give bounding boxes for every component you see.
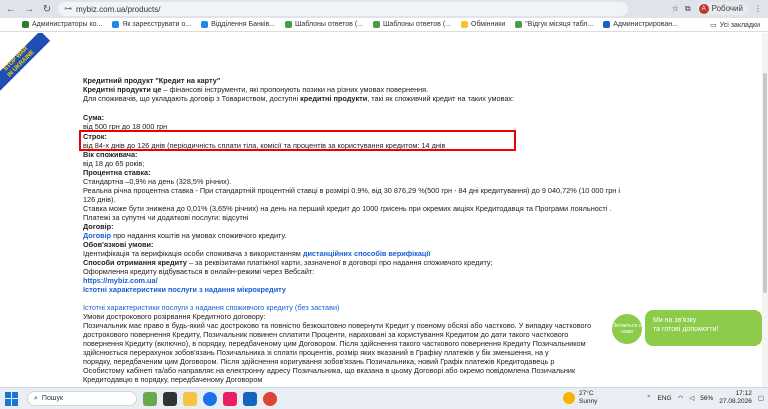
profile-button[interactable]: А Робочий bbox=[696, 2, 748, 15]
paragraph-line: Позичальник має право в будь-який час до… bbox=[83, 321, 592, 330]
page-title: Кредитний продукт "Кредит на карту" bbox=[83, 76, 221, 85]
rate-line: Платежі за супутні чи додаткові послуги:… bbox=[83, 213, 249, 222]
age-label: Вік споживача: bbox=[83, 150, 138, 159]
contract-label: Договір: bbox=[83, 222, 114, 231]
sun-icon bbox=[563, 392, 575, 404]
condition-line: Способи отримання кредиту – за реквізита… bbox=[83, 258, 493, 267]
chat-line: та готові допомогти! bbox=[653, 326, 719, 333]
bookmark-item[interactable]: "Відгук місяця табл... bbox=[515, 21, 593, 28]
mail-icon[interactable] bbox=[243, 391, 257, 406]
weather-widget[interactable]: 27°C Sunny bbox=[563, 390, 597, 406]
language-indicator[interactable]: ENG bbox=[658, 395, 672, 402]
site-info-icon[interactable]: ⊶ bbox=[64, 4, 72, 13]
bookmark-icon bbox=[22, 21, 29, 28]
microcredit-link[interactable]: Істотні характеристики послуги з надання… bbox=[83, 285, 286, 294]
paragraph-line: здійснюється перерахунок зобов'язань Поз… bbox=[83, 348, 549, 357]
term-value: від 84-х днів до 126 днів (періодичність… bbox=[83, 141, 446, 150]
bookmark-star-icon[interactable]: ☆ bbox=[672, 4, 679, 13]
search-icon: ⌕ bbox=[34, 394, 38, 402]
bookmark-item[interactable]: Администрирован... bbox=[603, 21, 678, 28]
rate-line: Реальна річна процентна ставка - При ста… bbox=[83, 186, 620, 195]
system-tray: ⌃ ENG ◠ ◁ 56% 17:12 27.08.2026 ▢ bbox=[646, 390, 764, 406]
bookmark-item[interactable]: Шаблоны ответов (... bbox=[285, 21, 363, 28]
taskbar: ⌕ Пошук 27°C Sunny ⌃ ENG ◠ ◁ 56% 17:12 27.… bbox=[0, 387, 768, 409]
taskbar-search[interactable]: ⌕ Пошук bbox=[27, 391, 137, 406]
menu-icon[interactable]: ⋮ bbox=[754, 4, 762, 13]
bookmarks-bar: Администраторы ко... Як зареєструвати о.… bbox=[0, 18, 768, 32]
paragraph-line: Кредитодавцю в порядку, передбаченому До… bbox=[83, 375, 263, 384]
bookmark-icon bbox=[201, 21, 209, 28]
sum-label: Сума: bbox=[83, 113, 105, 122]
rate-line: 126 днів). bbox=[83, 195, 116, 204]
term-label: Строк: bbox=[83, 132, 107, 141]
folder-icon: ▭ bbox=[710, 22, 717, 29]
rate-line: Ставка може бути знижена до 0,01% (3,65%… bbox=[83, 204, 612, 213]
site-link[interactable]: https://mybiz.com.ua/ bbox=[83, 276, 158, 285]
edge-icon[interactable] bbox=[203, 391, 217, 406]
bookmark-icon bbox=[373, 21, 380, 28]
early-termination-label: Умови дострокового розірвання Кредитного… bbox=[83, 312, 266, 321]
task-view-icon[interactable] bbox=[163, 391, 177, 406]
bookmark-item[interactable]: Обмінники bbox=[461, 21, 505, 28]
toolbar-right: ☆ ⧉ А Робочий ⋮ bbox=[672, 2, 762, 15]
chat-avatar[interactable]: Зв'яжіться з нами bbox=[612, 314, 642, 344]
all-bookmarks[interactable]: ▭ Усі закладки bbox=[710, 21, 760, 30]
reload-icon[interactable]: ↻ bbox=[40, 2, 54, 16]
condition-line: Оформлення кредиту відбувається в онлайн… bbox=[83, 267, 315, 276]
rate-line: Стандартна –0,9% на день (328,5% річних)… bbox=[83, 177, 232, 186]
intro-line: Кредитні продукти це – фінансові інструм… bbox=[83, 85, 429, 94]
url-text: mybiz.com.ua/products/ bbox=[76, 4, 161, 14]
stop-war-banner[interactable]: STOP WAR IN UKRAINE bbox=[0, 33, 51, 94]
bookmark-icon bbox=[112, 21, 120, 28]
clock[interactable]: 17:12 27.08.2026 bbox=[719, 390, 752, 406]
volume-icon[interactable]: ◁ bbox=[689, 394, 694, 402]
bookmark-icon bbox=[285, 21, 292, 28]
bookmark-icon bbox=[515, 21, 523, 28]
paragraph-line: повернення Кредиту (включно), в порядку,… bbox=[83, 339, 586, 348]
scrollbar[interactable] bbox=[762, 33, 768, 387]
windows-start-icon[interactable] bbox=[5, 391, 19, 406]
back-icon[interactable]: ← bbox=[4, 2, 18, 16]
essential-link[interactable]: Істотні характеристики послуги з надання… bbox=[83, 303, 340, 312]
extensions-icon[interactable]: ⧉ bbox=[685, 4, 691, 14]
verification-link[interactable]: дистанційних способів верифікації bbox=[303, 249, 431, 258]
rate-label: Процентна ставка: bbox=[83, 168, 151, 177]
bookmark-item[interactable]: Як зареєструвати о... bbox=[112, 21, 191, 28]
bookmark-icon bbox=[461, 21, 468, 28]
intro-line-2: Для споживачів, що укладають договір з Т… bbox=[83, 94, 515, 103]
chat-bubble[interactable]: Ми на зв'язку та готові допомогти! bbox=[645, 310, 762, 346]
chat-line: Ми на зв'язку bbox=[653, 317, 697, 324]
file-explorer-icon[interactable] bbox=[183, 391, 197, 406]
battery-indicator[interactable]: 56% bbox=[700, 395, 713, 402]
scrollbar-thumb[interactable] bbox=[763, 73, 767, 293]
paragraph-line: порядку, передбаченим цим Договором. Піс… bbox=[83, 357, 555, 366]
paragraph-line: дострокового повернення Кредиту, Позичал… bbox=[83, 330, 569, 339]
condition-line: Ідентифікація та верифікація особи спожи… bbox=[83, 249, 431, 258]
chat-widget[interactable]: Зв'яжіться з нами Ми на зв'язку та готов… bbox=[612, 310, 762, 346]
widget-icon[interactable] bbox=[143, 391, 157, 406]
paragraph-line: Особистому кабінеті та/або направляє на … bbox=[83, 366, 576, 375]
age-value: від 18 до 65 років; bbox=[83, 159, 145, 168]
bookmark-item[interactable]: Шаблоны ответов (... bbox=[373, 21, 451, 28]
profile-label: Робочий bbox=[711, 4, 743, 13]
wifi-icon[interactable]: ◠ bbox=[678, 394, 684, 402]
contract-line: Договір про надання коштів на умовах спо… bbox=[83, 231, 287, 240]
conditions-label: Обов'язкові умови: bbox=[83, 240, 154, 249]
store-icon[interactable] bbox=[223, 391, 237, 406]
contract-link[interactable]: Договір bbox=[83, 231, 111, 240]
bookmark-icon bbox=[603, 21, 611, 28]
sum-value: від 500 грн до 18 000 грн bbox=[83, 122, 168, 131]
chrome-icon[interactable] bbox=[263, 391, 277, 406]
notification-icon[interactable]: ▢ bbox=[758, 394, 764, 402]
address-bar[interactable]: ⊶ mybiz.com.ua/products/ bbox=[58, 2, 628, 16]
forward-icon[interactable]: → bbox=[22, 2, 36, 16]
bookmark-item[interactable]: Відділення Банків... bbox=[201, 21, 275, 28]
tray-chevron-icon[interactable]: ⌃ bbox=[646, 394, 651, 402]
profile-avatar: А bbox=[698, 3, 709, 14]
bookmark-item[interactable]: Администраторы ко... bbox=[22, 21, 102, 28]
